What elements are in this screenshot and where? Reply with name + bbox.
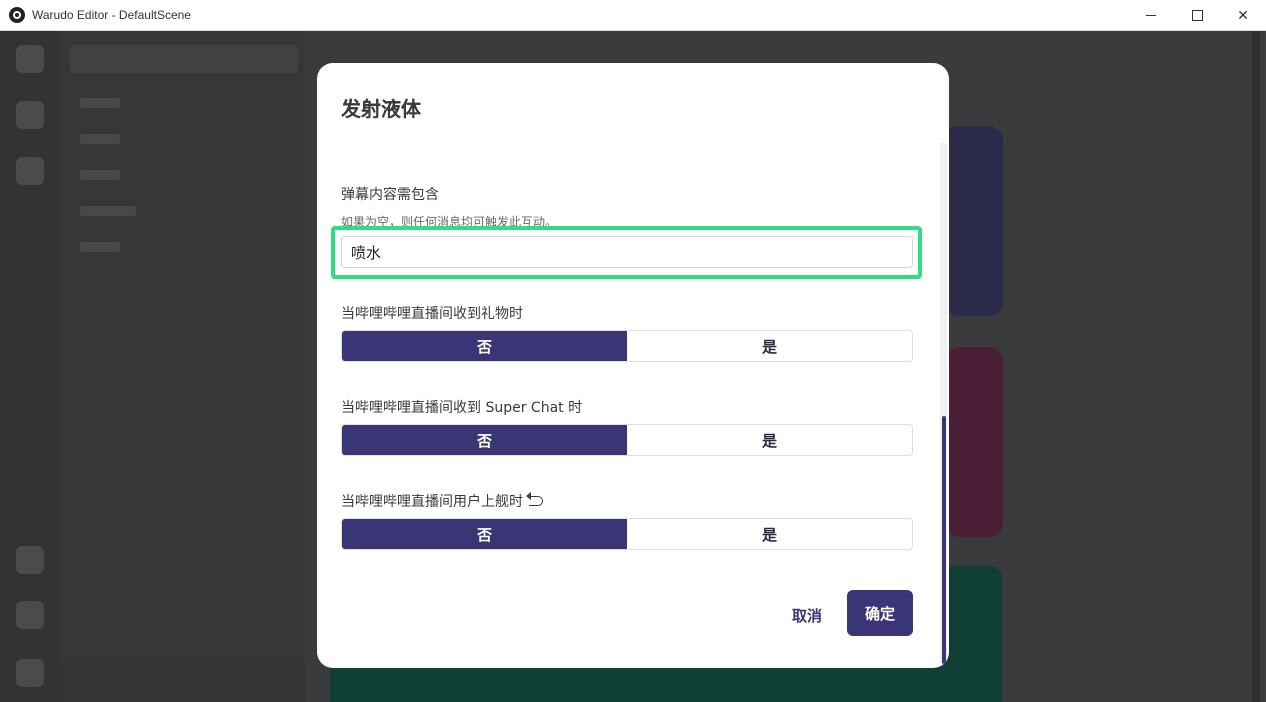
panel-item[interactable] (80, 98, 120, 108)
gift-label: 当哔哩哔哩直播间收到礼物时 (341, 306, 523, 322)
close-window-button[interactable]: ✕ (1220, 0, 1266, 31)
dialog-scrollbar-thumb[interactable] (942, 416, 946, 664)
preview-card[interactable] (945, 126, 1003, 316)
window-controls: ✕ (1128, 0, 1266, 31)
rail-tool-icon[interactable] (16, 101, 44, 129)
gift-option-yes[interactable]: 是 (627, 331, 912, 361)
dialog-scrollbar[interactable] (940, 143, 947, 666)
workspace-scrollbar[interactable] (1252, 31, 1260, 702)
rail-settings-icon[interactable] (16, 659, 44, 687)
panel-item[interactable] (80, 206, 136, 216)
gift-option-no[interactable]: 否 (342, 331, 627, 361)
minimize-button[interactable] (1128, 0, 1174, 31)
left-rail (0, 31, 60, 702)
rail-add-icon[interactable] (16, 546, 44, 574)
gift-toggle[interactable]: 否 是 (341, 330, 913, 362)
panel-header[interactable] (70, 45, 298, 73)
danmaku-input[interactable]: 喷水 (341, 236, 913, 268)
panel-item[interactable] (80, 170, 120, 180)
rail-logo-icon[interactable] (16, 45, 44, 73)
window-titlebar: Warudo Editor - DefaultScene ✕ (0, 0, 1266, 31)
danmaku-label: 弹幕内容需包含 (341, 187, 439, 203)
guard-option-yes[interactable]: 是 (627, 519, 912, 549)
guard-label: 当哔哩哔哩直播间用户上舰时 (341, 494, 523, 510)
reset-icon[interactable] (526, 492, 543, 506)
emit-liquid-dialog: 发射液体 发射液体 弹幕内容需包含 如果为空，则任何消息均可触发此互动。 喷水 … (317, 63, 949, 668)
ok-button[interactable]: 确定 (847, 590, 913, 636)
superchat-toggle[interactable]: 否 是 (341, 424, 913, 456)
preview-card[interactable] (945, 347, 1003, 537)
rail-check-icon[interactable] (16, 601, 44, 629)
window-title: Warudo Editor - DefaultScene (32, 8, 191, 22)
superchat-option-no[interactable]: 否 (342, 425, 627, 455)
panel-item[interactable] (80, 134, 120, 144)
panel-item[interactable] (80, 242, 120, 252)
guard-label-row: 当哔哩哔哩直播间用户上舰时 (341, 491, 543, 511)
guard-toggle[interactable]: 否 是 (341, 518, 913, 550)
superchat-option-yes[interactable]: 是 (627, 425, 912, 455)
guard-option-no[interactable]: 否 (342, 519, 627, 549)
maximize-button[interactable] (1174, 0, 1220, 31)
superchat-label: 当哔哩哔哩直播间收到 Super Chat 时 (341, 400, 583, 416)
panel-toolbar (60, 662, 305, 702)
cancel-button[interactable]: 取消 (782, 603, 832, 627)
app-logo-icon (9, 7, 25, 23)
dialog-title-overlay: 发射液体 (341, 97, 421, 121)
rail-bulb-icon[interactable] (16, 157, 44, 185)
scene-panel (60, 31, 305, 702)
